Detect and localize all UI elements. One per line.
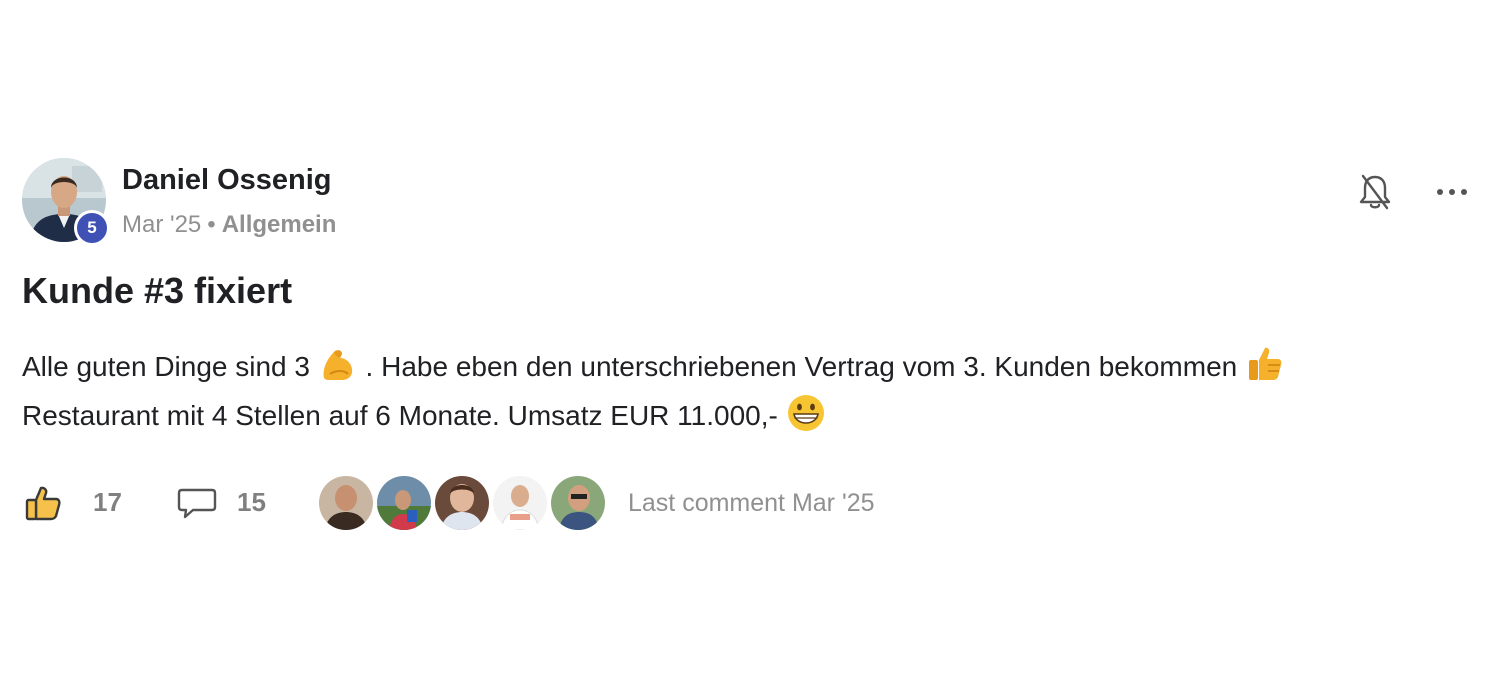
author-avatar[interactable]: 5: [22, 158, 110, 246]
post-card: 5 Daniel Ossenig Mar '25 • Allgemein Kunde…: [0, 0, 1500, 700]
content-text: Alle guten Dinge sind 3: [22, 351, 310, 382]
comment-count: 15: [237, 487, 266, 517]
post-meta: Mar '25 • Allgemein: [122, 211, 336, 239]
content-line-2: Restaurant mit 4 Stellen auf 6 Monate. U…: [22, 391, 1492, 440]
commenter-avatar[interactable]: [318, 475, 374, 531]
like-count: 17: [93, 487, 122, 517]
post-category[interactable]: Allgemein: [222, 211, 337, 238]
commenter-avatar[interactable]: [492, 475, 548, 531]
level-badge: 5: [74, 210, 110, 246]
like-button[interactable]: [22, 482, 64, 524]
commenter-avatar[interactable]: [434, 475, 490, 531]
grinning-face-emoji: [787, 395, 824, 431]
post-title[interactable]: Kunde #3 fixiert: [22, 270, 292, 312]
post-date: Mar '25: [122, 211, 202, 238]
last-comment-info: Last comment Mar '25: [628, 489, 875, 517]
meta-separator: •: [207, 211, 216, 238]
content-text: Restaurant mit 4 Stellen auf 6 Monate. U…: [22, 400, 778, 431]
comment-button[interactable]: [176, 484, 218, 522]
author-name[interactable]: Daniel Ossenig: [122, 164, 332, 197]
bell-off-icon[interactable]: [1356, 172, 1394, 212]
comment-icon: [177, 488, 217, 519]
more-options-icon[interactable]: [1432, 174, 1472, 210]
commenter-avatar[interactable]: [550, 475, 606, 531]
post-content: Alle guten Dinge sind 3 . Habe eben den …: [22, 342, 1492, 440]
thumbs-up-icon: [25, 486, 61, 521]
flexed-biceps-emoji: [323, 350, 352, 380]
commenter-avatar[interactable]: [376, 475, 432, 531]
thumbs-up-emoji: [1249, 347, 1282, 380]
commenter-avatars[interactable]: [318, 475, 608, 531]
content-line-1: Alle guten Dinge sind 3 . Habe eben den …: [22, 342, 1492, 391]
content-text: . Habe eben den unterschriebenen Vertrag…: [365, 351, 1238, 382]
